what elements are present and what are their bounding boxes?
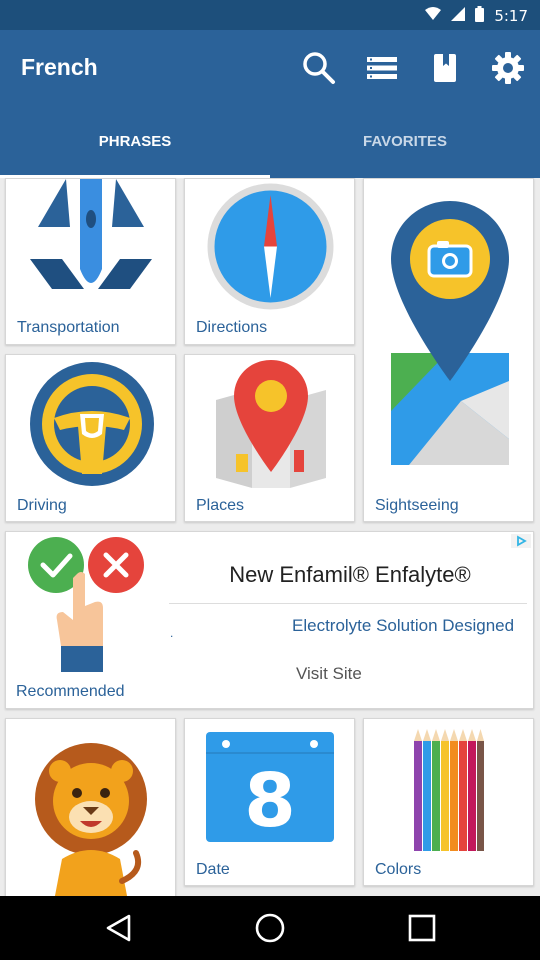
category-label-sightseeing: Sightseeing [375,497,459,514]
system-navigation-bar [0,896,540,960]
sponsored-ad-card[interactable]: New Enfamil® Enfalyte® . Electrolyte Sol… [5,531,534,709]
recent-apps-icon [408,914,436,942]
calendar-day-number: 8 [244,758,296,844]
bookmark-button[interactable] [425,48,465,88]
list-button[interactable] [362,48,402,88]
ad-description: Electrolyte Solution Designed [292,616,515,635]
list-icon [367,57,397,79]
status-icons: 5:17 [425,6,528,26]
map-pin-camera-icon [391,201,509,465]
adchoices-icon[interactable] [511,534,531,548]
home-button[interactable] [252,910,288,946]
search-button[interactable] [299,48,339,88]
app-title: French [21,54,98,80]
category-card-colors[interactable]: Colors [363,718,534,886]
phrase-category-grid: Transportation Directions Sightseeing Dr… [0,178,540,896]
ad-headline[interactable]: New Enfamil® Enfalyte® [171,562,529,588]
category-label-driving: Driving [17,497,67,514]
category-card-date[interactable]: 8 Date [184,718,355,886]
back-button[interactable] [100,910,136,946]
map-pin-icon [216,360,326,488]
app-bar: French PHRASES FAVORITES [0,30,540,178]
recent-apps-button[interactable] [404,910,440,946]
home-icon [255,913,285,943]
category-card-transportation[interactable]: Transportation [5,178,176,345]
battery-icon [475,6,485,26]
category-label-date: Date [196,861,230,878]
recommended-check-cross-icon [28,537,144,672]
category-label-directions: Directions [196,319,268,336]
category-label-transportation: Transportation [17,319,120,336]
category-card-places[interactable]: Places [184,354,355,522]
ad-visit-site-button[interactable]: Visit Site [296,664,362,684]
compass-icon [207,183,334,310]
pencils-icon [414,729,484,851]
settings-button[interactable] [488,48,528,88]
category-card-driving[interactable]: Driving [5,354,176,522]
ad-divider [169,603,527,604]
airplane-icon [30,179,152,289]
ad-bullet: . [170,626,174,640]
recommended-label: Recommended [16,683,125,700]
search-icon [303,52,335,84]
tab-favorites[interactable]: FAVORITES [270,130,540,178]
lion-icon [35,743,147,896]
status-time: 5:17 [494,7,528,25]
book-icon [434,54,456,82]
tab-phrases[interactable]: PHRASES [0,130,270,178]
category-card-sightseeing[interactable]: Sightseeing [363,178,534,522]
category-label-places: Places [196,497,245,514]
steering-wheel-icon [30,362,154,486]
signal-icon [451,7,466,25]
category-card-directions[interactable]: Directions [184,178,355,345]
gear-icon [492,52,524,84]
category-label-colors: Colors [375,861,422,878]
wifi-icon [425,7,442,25]
category-card-animals[interactable] [5,718,176,896]
status-bar: 5:17 [0,0,540,30]
back-icon [106,914,131,942]
